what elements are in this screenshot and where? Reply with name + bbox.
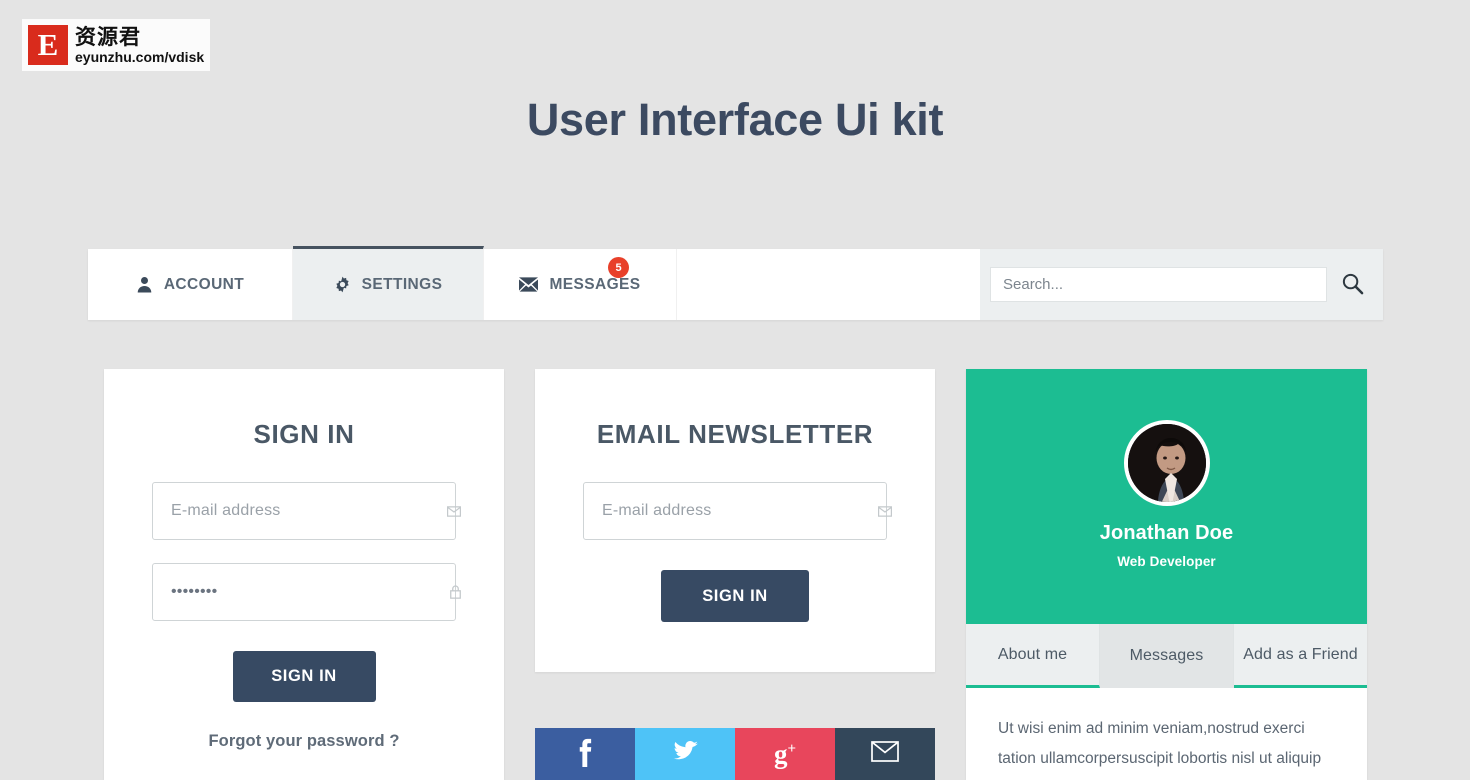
profile-card: Jonathan Doe Web Developer About me Mess…	[966, 369, 1367, 780]
envelope-icon	[871, 741, 899, 767]
tab-account-label: ACCOUNT	[163, 275, 245, 293]
social-button-googleplus[interactable]: g+	[735, 728, 835, 780]
user-icon	[136, 276, 153, 293]
signin-password-input[interactable]	[153, 564, 455, 620]
profile-tabs: About me Messages Add as a Friend	[966, 624, 1367, 688]
newsletter-card: EMAIL NEWSLETTER SIGN IN	[535, 369, 935, 672]
profile-role: Web Developer	[1117, 554, 1216, 569]
watermark-url-text: eyunzhu.com/vdisk	[75, 48, 205, 65]
profile-tab-about-me[interactable]: About me	[966, 624, 1100, 688]
tab-account[interactable]: ACCOUNT	[88, 249, 293, 320]
tab-settings-label: SETTINGS	[361, 275, 443, 293]
social-button-twitter[interactable]	[635, 728, 735, 780]
signin-submit-button[interactable]: SIGN IN	[232, 651, 376, 702]
profile-tab-messages[interactable]: Messages	[1100, 624, 1234, 688]
signin-email-input[interactable]	[153, 483, 455, 539]
profile-body-text: Ut wisi enim ad minim veniam,nostrud exe…	[966, 688, 1367, 780]
signin-email-field-wrap	[152, 482, 461, 540]
main-navbar: ACCOUNT SETTINGS MESSAGES 5	[88, 246, 1383, 320]
search-container	[980, 249, 1383, 320]
page-title: User Interface Ui kit	[526, 94, 944, 145]
avatar-photo	[1127, 424, 1206, 502]
messages-unread-badge: 5	[608, 257, 629, 278]
signin-card: SIGN IN SIGN IN Forgot your password ?	[104, 369, 504, 780]
navbar-spacer	[677, 249, 980, 320]
social-buttons-row: g+	[535, 728, 935, 780]
newsletter-card-title: EMAIL NEWSLETTER	[596, 419, 874, 449]
newsletter-submit-button[interactable]: SIGN IN	[661, 570, 809, 622]
avatar	[1123, 420, 1210, 506]
search-button[interactable]	[1337, 270, 1367, 300]
gear-icon	[334, 276, 351, 293]
signin-password-field-wrap	[152, 563, 461, 621]
watermark-badge-letter: E	[28, 25, 68, 65]
signin-card-title: SIGN IN	[253, 419, 355, 449]
tab-messages-label: MESSAGES	[549, 275, 641, 293]
social-button-facebook[interactable]	[535, 728, 635, 780]
search-input[interactable]	[990, 267, 1327, 302]
tab-messages[interactable]: MESSAGES 5	[484, 249, 677, 320]
newsletter-email-field-wrap	[583, 482, 892, 540]
profile-tab-messages-label: Messages	[1129, 647, 1204, 664]
search-icon	[1341, 272, 1364, 298]
tab-settings[interactable]: SETTINGS	[293, 246, 484, 320]
facebook-icon	[577, 737, 593, 772]
profile-card-header: Jonathan Doe Web Developer	[966, 369, 1367, 624]
social-button-email[interactable]	[835, 728, 935, 780]
envelope-icon	[519, 277, 539, 292]
profile-name: Jonathan Doe	[1099, 522, 1234, 544]
profile-tab-add-friend[interactable]: Add as a Friend	[1234, 624, 1367, 688]
profile-tab-add-friend-label: Add as a Friend	[1243, 645, 1358, 663]
google-plus-icon: g+	[773, 738, 797, 769]
watermark-text: 资源君 eyunzhu.com/vdisk	[75, 24, 205, 65]
watermark-chinese-text: 资源君	[75, 24, 141, 49]
newsletter-email-input[interactable]	[584, 483, 886, 539]
twitter-icon	[672, 738, 699, 770]
profile-tab-about-me-label: About me	[997, 645, 1068, 663]
site-watermark-logo: E 资源君 eyunzhu.com/vdisk	[22, 19, 210, 71]
forgot-password-link[interactable]: Forgot your password ?	[104, 732, 504, 751]
